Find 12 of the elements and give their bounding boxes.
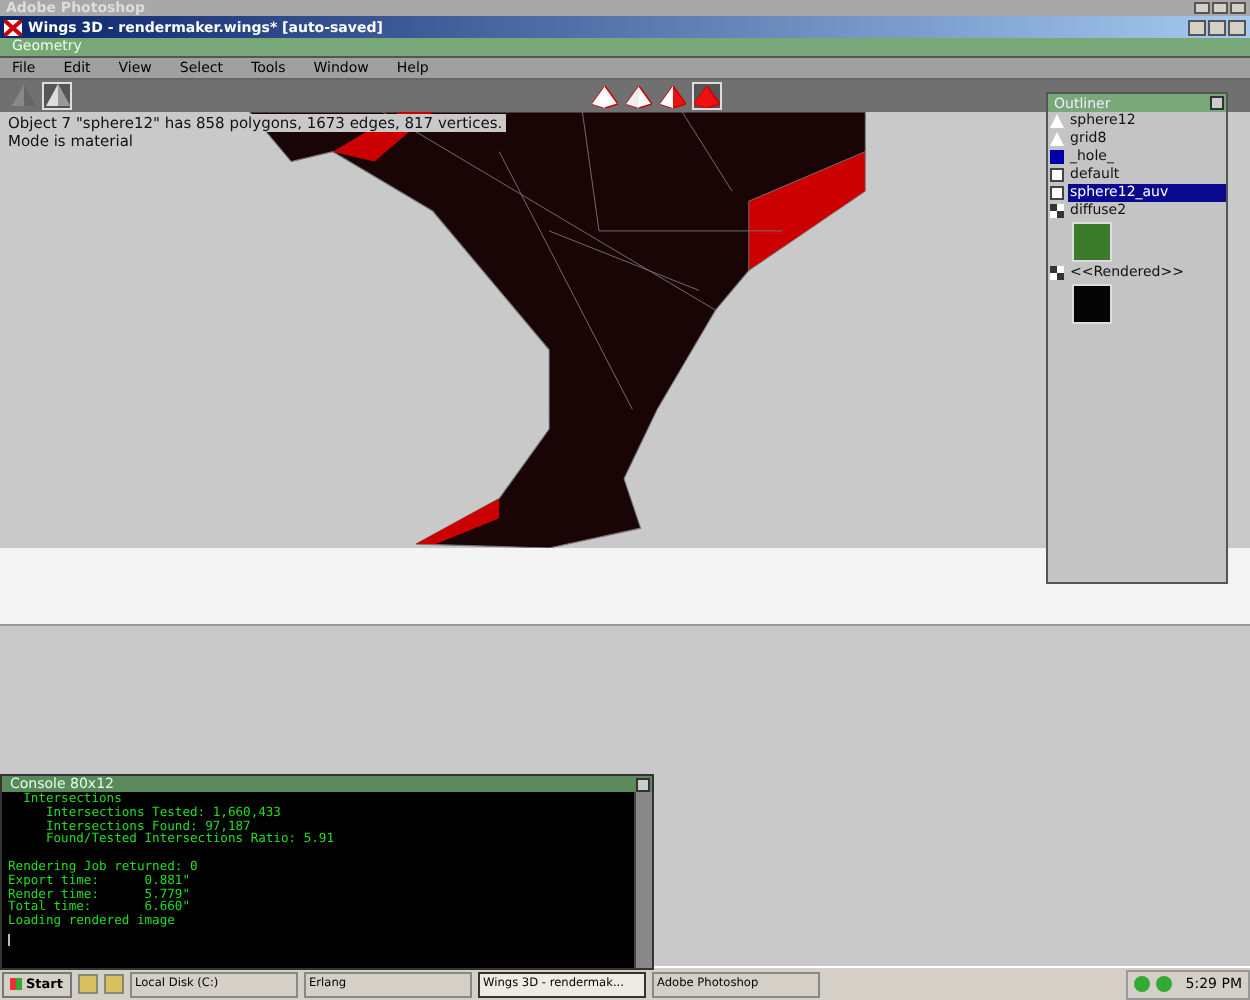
text-cursor-icon [8, 933, 10, 946]
image-icon [1050, 266, 1064, 280]
image-icon [1050, 204, 1064, 218]
image-thumbnail [1072, 222, 1112, 262]
wings-logo-icon [4, 19, 22, 35]
selection-mode-button[interactable] [624, 82, 654, 110]
selection-mode-button[interactable] [658, 82, 688, 110]
scrollbar[interactable] [634, 792, 652, 968]
selection-mode-button[interactable] [590, 82, 620, 110]
image-thumbnail [1072, 284, 1112, 324]
view-mode-button[interactable] [42, 82, 72, 110]
selection-mode-button[interactable] [692, 82, 722, 110]
